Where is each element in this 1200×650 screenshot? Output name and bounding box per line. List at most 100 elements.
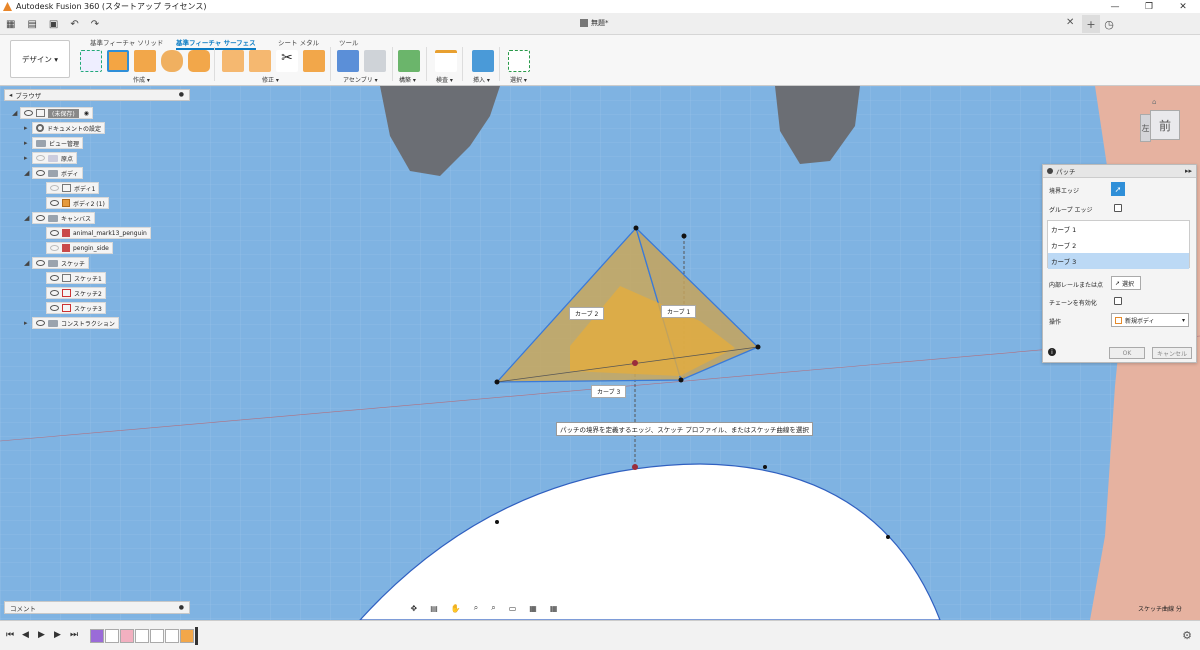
tree-item-document-settings[interactable]: ▸ ドキュメントの設定: [24, 122, 106, 134]
group-insert[interactable]: 挿入 ▾: [473, 75, 490, 84]
visibility-eye-icon[interactable]: [36, 320, 45, 326]
tree-item-canvas-penguin[interactable]: animal_mark13_penguin: [46, 227, 151, 239]
visibility-eye-icon[interactable]: [36, 260, 45, 266]
tree-item-body2[interactable]: ボディ2 (1): [46, 197, 109, 209]
tree-item-sketch1[interactable]: スケッチ1: [46, 272, 106, 284]
comments-panel[interactable]: コメント ●: [4, 601, 190, 614]
undo-icon[interactable]: ↶: [70, 19, 78, 30]
loft-icon[interactable]: [161, 50, 183, 72]
expand-triangle-icon[interactable]: ▸: [24, 319, 32, 327]
go-to-end-icon[interactable]: ⏭: [70, 630, 86, 640]
visibility-eye-icon[interactable]: [36, 155, 45, 161]
curve-list-item-3[interactable]: カーブ 3: [1048, 253, 1189, 269]
press-pull-icon[interactable]: [222, 50, 244, 72]
timeline-settings-gear-icon[interactable]: ⚙: [1182, 629, 1192, 642]
expand-triangle-icon[interactable]: ▸: [24, 139, 32, 147]
tab-sheet-metal[interactable]: シート メタル: [278, 37, 319, 47]
new-component-icon[interactable]: [337, 50, 359, 72]
step-forward-icon[interactable]: ▶: [54, 630, 70, 640]
expand-dialog-icon[interactable]: ▸▸: [1185, 167, 1192, 175]
chain-checkbox[interactable]: [1114, 297, 1122, 305]
expand-triangle-icon[interactable]: ▸: [24, 124, 32, 132]
group-assemble[interactable]: アセンブリ ▾: [343, 75, 378, 84]
file-menu-icon[interactable]: ▤: [27, 19, 36, 30]
grid-menu-icon[interactable]: ▦: [6, 19, 15, 30]
collapse-triangle-icon[interactable]: ◢: [12, 109, 20, 117]
visibility-eye-icon[interactable]: [24, 110, 33, 116]
collapse-triangle-icon[interactable]: ◢: [24, 259, 32, 267]
timeline-feature-sketch-icon[interactable]: [105, 629, 119, 643]
visibility-eye-icon[interactable]: [36, 215, 45, 221]
curve-list-item-2[interactable]: カーブ 2: [1048, 237, 1189, 253]
look-at-icon[interactable]: ▤: [430, 604, 438, 613]
active-radio-icon[interactable]: ◉: [84, 110, 89, 117]
extend-icon[interactable]: [303, 50, 325, 72]
visibility-eye-icon[interactable]: [50, 275, 59, 281]
group-select[interactable]: 選択 ▾: [510, 75, 527, 84]
visibility-eye-icon[interactable]: [50, 185, 59, 191]
go-to-start-icon[interactable]: ⏮: [6, 630, 22, 640]
tree-item-origin[interactable]: ▸ 原点: [24, 152, 78, 164]
patch-dialog-header[interactable]: パッチ ▸▸: [1043, 165, 1196, 178]
maximize-button[interactable]: ❐: [1132, 0, 1166, 13]
vertex-point[interactable]: [678, 377, 684, 383]
pan-icon[interactable]: ✋: [451, 604, 461, 613]
group-modify[interactable]: 修正 ▾: [262, 75, 279, 84]
new-tab-icon[interactable]: +: [1082, 15, 1100, 33]
group-edge-checkbox[interactable]: [1114, 204, 1122, 212]
display-settings-icon[interactable]: ▭: [509, 604, 517, 613]
group-construct[interactable]: 構築 ▾: [399, 75, 416, 84]
timeline-feature-canvas-icon[interactable]: [120, 629, 134, 643]
minimize-button[interactable]: —: [1098, 0, 1132, 13]
view-cube[interactable]: ⌂ 左 前: [1136, 98, 1184, 150]
close-button[interactable]: ✕: [1166, 0, 1200, 13]
offset-plane-icon[interactable]: [398, 50, 420, 72]
tree-item-construction[interactable]: ▸ コンストラクション: [24, 317, 119, 329]
timeline-feature-component-icon[interactable]: [90, 629, 104, 643]
group-create[interactable]: 作成 ▾: [133, 75, 150, 84]
orbit-icon[interactable]: ✥: [411, 604, 418, 613]
select-icon[interactable]: [508, 50, 530, 72]
zoom-icon[interactable]: ⌕: [474, 603, 478, 613]
browser-panel-header[interactable]: ◂ ブラウザ ●: [4, 89, 190, 101]
measure-icon[interactable]: [435, 50, 457, 72]
visibility-eye-icon[interactable]: [50, 200, 59, 206]
tree-item-sketches[interactable]: ◢ スケッチ: [24, 257, 90, 269]
expand-triangle-icon[interactable]: ▸: [24, 154, 32, 162]
tree-item-canvases[interactable]: ◢ キャンバス: [24, 212, 96, 224]
cancel-button[interactable]: キャンセル: [1152, 347, 1192, 359]
extrude-icon[interactable]: [134, 50, 156, 72]
home-view-icon[interactable]: ⌂: [1152, 98, 1156, 106]
collapse-triangle-icon[interactable]: ◢: [24, 214, 32, 222]
3d-viewport[interactable]: [0, 86, 1200, 620]
sketch-point[interactable]: [886, 535, 890, 539]
tab-solid[interactable]: 基準フィーチャ ソリッド: [90, 37, 163, 47]
tab-tools[interactable]: ツール: [339, 37, 359, 47]
tree-item-body1[interactable]: ボディ1: [46, 182, 100, 194]
tree-item-sketch2[interactable]: スケッチ2: [46, 287, 106, 299]
info-icon[interactable]: i: [1048, 348, 1056, 356]
visibility-eye-icon[interactable]: [36, 170, 45, 176]
workspace-switcher[interactable]: デザイン ▾: [10, 40, 70, 78]
tree-item-sketch3[interactable]: スケッチ3: [46, 302, 106, 314]
tree-root[interactable]: ◢ (未保存) ◉: [12, 107, 93, 119]
save-icon[interactable]: ▣: [49, 19, 58, 30]
create-sketch-icon[interactable]: [80, 50, 102, 72]
vertex-point[interactable]: [681, 233, 687, 239]
view-cube-front[interactable]: 前: [1150, 110, 1180, 140]
document-tab[interactable]: 無題*: [580, 18, 609, 28]
visibility-eye-icon[interactable]: [50, 305, 59, 311]
close-tab-icon[interactable]: ✕: [1066, 17, 1074, 28]
boundary-edge-select-button[interactable]: ➚: [1111, 182, 1125, 196]
timeline-feature-sketch-icon[interactable]: [135, 629, 149, 643]
timeline-feature-sketch-icon[interactable]: [165, 629, 179, 643]
play-icon[interactable]: ▶: [38, 630, 54, 640]
tree-item-bodies[interactable]: ◢ ボディ: [24, 167, 83, 179]
browser-pin-icon[interactable]: ●: [179, 91, 184, 98]
ok-button[interactable]: OK: [1109, 347, 1145, 359]
sweep-icon[interactable]: [188, 50, 210, 72]
tree-item-canvas-side[interactable]: pengin_side: [46, 242, 113, 254]
vertex-point[interactable]: [755, 344, 761, 350]
operation-dropdown[interactable]: 新規ボディ ▾: [1111, 313, 1189, 327]
interior-rails-select-button[interactable]: ➚ 選択: [1111, 276, 1141, 290]
